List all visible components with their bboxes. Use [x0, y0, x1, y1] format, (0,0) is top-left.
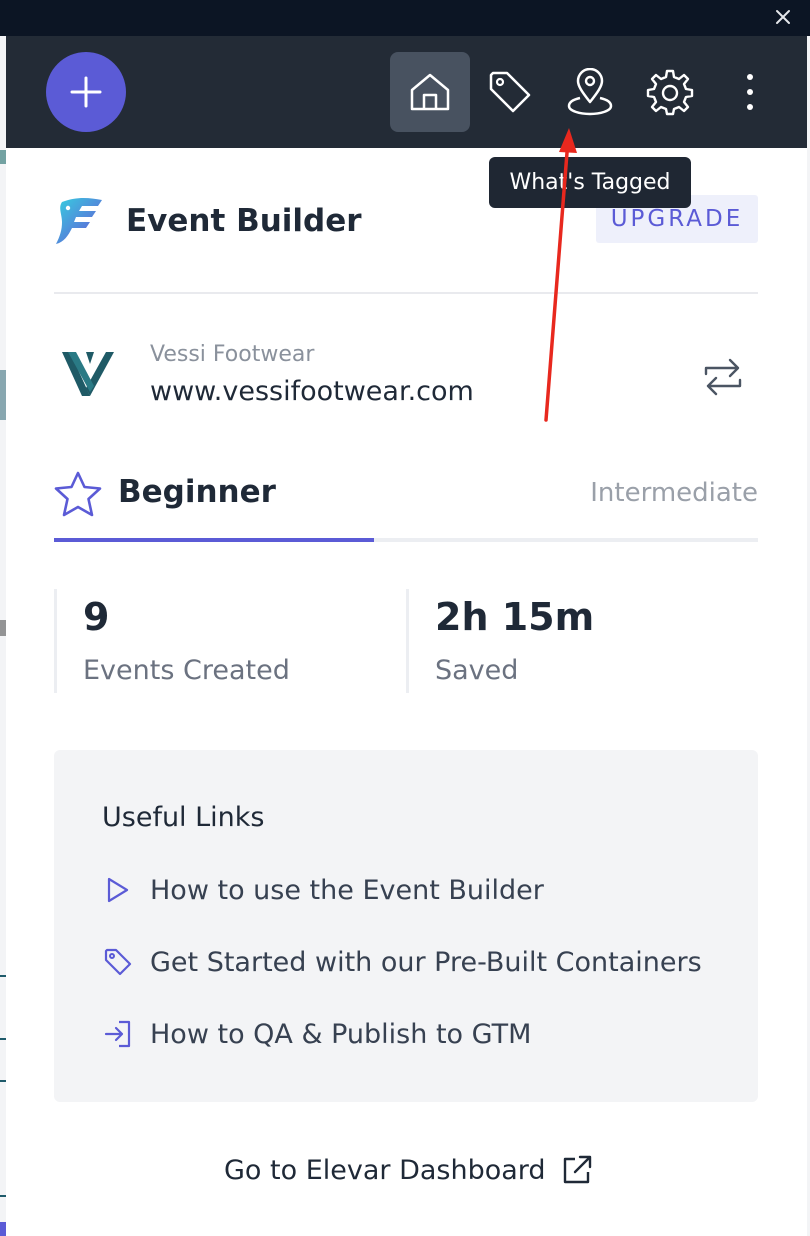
useful-links-title: Useful Links	[102, 802, 265, 833]
store-url: www.vessifootwear.com	[150, 376, 474, 407]
whats-tagged-tooltip: What's Tagged	[489, 157, 691, 208]
level-progress-bar	[54, 538, 758, 542]
link-qa-publish-gtm[interactable]: How to QA & Publish to GTM	[102, 1014, 531, 1054]
link-pre-built-containers[interactable]: Get Started with our Pre-Built Container…	[102, 942, 702, 982]
nav-settings-button[interactable]	[630, 52, 710, 132]
tag-icon	[489, 71, 531, 113]
stat-value: 2h 15m	[435, 595, 595, 639]
link-label: How to use the Event Builder	[150, 874, 544, 906]
stat-time-saved: 2h 15m Saved	[406, 589, 749, 693]
useful-links-card: Useful Links How to use the Event Builde…	[54, 750, 758, 1102]
switch-store-icon[interactable]	[700, 354, 746, 400]
nav-whats-tagged-button[interactable]	[550, 52, 630, 132]
plus-icon	[70, 76, 102, 108]
stat-label: Saved	[435, 655, 519, 686]
header-divider	[54, 292, 758, 294]
add-event-button[interactable]	[46, 52, 126, 132]
link-label: How to QA & Publish to GTM	[150, 1018, 532, 1050]
home-icon	[410, 73, 450, 111]
level-progress-fill	[54, 538, 375, 542]
sign-in-icon	[102, 1018, 134, 1050]
nav-tags-button[interactable]	[470, 52, 550, 132]
tag-icon	[102, 946, 134, 978]
close-icon[interactable]	[770, 4, 796, 30]
app-title: Event Builder	[126, 203, 362, 239]
gear-icon	[646, 69, 694, 116]
nav-more-button[interactable]	[710, 52, 790, 132]
map-pin-icon	[567, 68, 613, 116]
link-label: Get Started with our Pre-Built Container…	[150, 946, 702, 978]
current-level: Beginner	[118, 474, 276, 510]
top-navbar	[6, 36, 807, 148]
dashboard-link-label: Go to Elevar Dashboard	[224, 1154, 546, 1186]
elevar-logo	[56, 198, 102, 244]
stat-value: 9	[83, 595, 110, 639]
nav-home-button[interactable]	[390, 52, 470, 132]
store-logo	[62, 352, 114, 396]
more-vertical-icon	[747, 74, 753, 110]
stat-label: Events Created	[83, 655, 290, 686]
next-level: Intermediate	[590, 478, 758, 508]
window-titlebar	[0, 0, 810, 36]
go-to-dashboard-link[interactable]: Go to Elevar Dashboard	[224, 1148, 594, 1192]
stat-events-created: 9 Events Created	[54, 589, 397, 693]
main-panel: Event Builder UPGRADE Vessi Footwear www…	[6, 148, 807, 1236]
star-icon	[54, 471, 102, 517]
link-how-to-use-event-builder[interactable]: How to use the Event Builder	[102, 870, 544, 910]
play-icon	[102, 874, 134, 906]
store-name: Vessi Footwear	[150, 342, 315, 367]
external-link-icon	[563, 1155, 591, 1184]
